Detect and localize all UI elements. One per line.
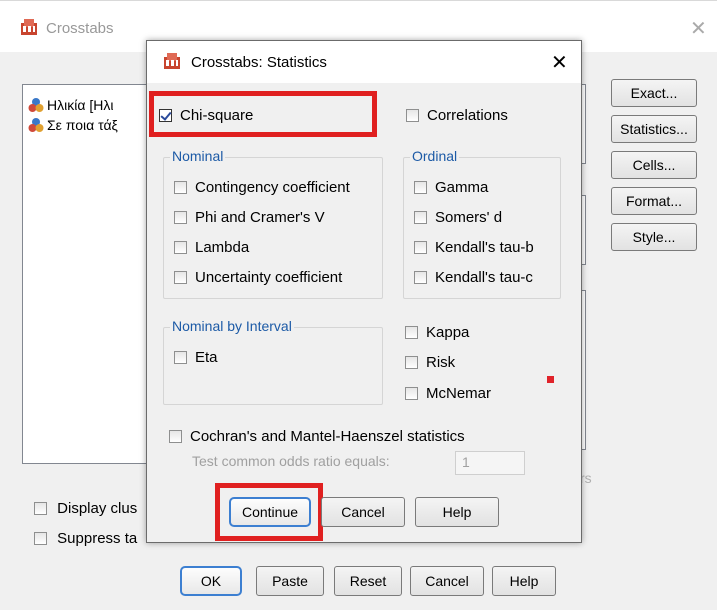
checkbox[interactable]	[414, 211, 427, 224]
reset-button[interactable]: Reset	[334, 566, 402, 596]
variable-item[interactable]: Σε ποια τάξ	[28, 117, 118, 137]
variable-item[interactable]: Ηλικία [Ηλι	[28, 97, 113, 117]
checkbox[interactable]	[405, 356, 418, 369]
checkbox[interactable]	[406, 109, 419, 122]
checkbox[interactable]	[414, 271, 427, 284]
nominal-by-interval-group-label: Nominal by Interval	[170, 318, 294, 334]
checkbox-checked[interactable]	[159, 109, 172, 122]
checkbox[interactable]	[34, 502, 47, 515]
kendalls-tau-c-checkbox[interactable]: Kendall's tau-c	[414, 269, 533, 286]
crosstabs-title: Crosstabs	[46, 20, 114, 37]
paste-button[interactable]: Paste	[256, 566, 324, 596]
crosstabs-close-icon[interactable]: ✕	[690, 16, 707, 41]
ordinal-group: Ordinal Gamma Somers' d Kendall's tau-b …	[403, 148, 561, 299]
eta-checkbox[interactable]: Eta	[174, 349, 218, 366]
test-common-odds-input[interactable]: 1	[455, 451, 525, 475]
kappa-checkbox[interactable]: Kappa	[405, 324, 469, 341]
checkbox[interactable]	[174, 241, 187, 254]
contingency-coefficient-checkbox[interactable]: Contingency coefficient	[174, 179, 350, 196]
bg-cancel-button[interactable]: Cancel	[410, 566, 484, 596]
checkbox[interactable]	[174, 271, 187, 284]
checkbox[interactable]	[169, 430, 182, 443]
checkbox[interactable]	[174, 211, 187, 224]
gamma-checkbox[interactable]: Gamma	[414, 179, 488, 196]
kendalls-tau-b-checkbox[interactable]: Kendall's tau-b	[414, 239, 534, 256]
ok-button[interactable]: OK	[180, 566, 242, 596]
nominal-by-interval-group: Nominal by Interval Eta	[163, 318, 383, 405]
checkbox[interactable]	[174, 181, 187, 194]
cochran-mantel-haenszel-checkbox[interactable]: Cochran's and Mantel-Haenszel statistics	[169, 428, 465, 445]
checkbox[interactable]	[34, 532, 47, 545]
suppress-tables-checkbox[interactable]: Suppress ta	[34, 530, 137, 547]
cancel-button[interactable]: Cancel	[321, 497, 405, 527]
nominal-variable-icon	[28, 98, 44, 112]
somers-d-checkbox[interactable]: Somers' d	[414, 209, 502, 226]
ordinal-group-label: Ordinal	[410, 148, 460, 164]
nominal-group-label: Nominal	[170, 148, 226, 164]
statistics-button[interactable]: Statistics...	[611, 115, 697, 143]
style-button[interactable]: Style...	[611, 223, 697, 251]
dialog-app-icon	[163, 52, 181, 74]
correlations-checkbox[interactable]: Correlations	[406, 107, 508, 124]
checkbox[interactable]	[414, 241, 427, 254]
display-clustered-checkbox[interactable]: Display clus	[34, 500, 137, 517]
test-common-odds-label: Test common odds ratio equals:	[192, 453, 390, 469]
mcnemar-checkbox[interactable]: McNemar	[405, 385, 491, 402]
cells-button[interactable]: Cells...	[611, 151, 697, 179]
statistics-dialog: Crosstabs: Statistics ✕ Chi-square Corre…	[146, 40, 582, 543]
bg-help-button[interactable]: Help	[492, 566, 556, 596]
lambda-checkbox[interactable]: Lambda	[174, 239, 249, 256]
variable-label: Σε ποια τάξ	[47, 117, 118, 133]
risk-checkbox[interactable]: Risk	[405, 354, 455, 371]
checkbox[interactable]	[405, 326, 418, 339]
checkbox[interactable]	[414, 181, 427, 194]
help-button[interactable]: Help	[415, 497, 499, 527]
chi-square-checkbox[interactable]: Chi-square	[159, 107, 253, 124]
uncertainty-coefficient-checkbox[interactable]: Uncertainty coefficient	[174, 269, 342, 286]
nominal-variable-icon	[28, 118, 44, 132]
phi-cramers-v-checkbox[interactable]: Phi and Cramer's V	[174, 209, 325, 226]
source-variable-list[interactable]: Ηλικία [Ηλι Σε ποια τάξ	[22, 84, 152, 464]
nominal-group: Nominal Contingency coefficient Phi and …	[163, 148, 383, 299]
crosstabs-app-icon	[20, 18, 38, 40]
checkbox[interactable]	[405, 387, 418, 400]
exact-button[interactable]: Exact...	[611, 79, 697, 107]
dialog-title: Crosstabs: Statistics	[191, 54, 327, 71]
checkbox[interactable]	[174, 351, 187, 364]
continue-button[interactable]: Continue	[229, 497, 311, 527]
format-button[interactable]: Format...	[611, 187, 697, 215]
variable-label: Ηλικία [Ηλι	[47, 97, 114, 113]
dialog-close-icon[interactable]: ✕	[551, 50, 568, 75]
red-marker	[547, 376, 554, 383]
